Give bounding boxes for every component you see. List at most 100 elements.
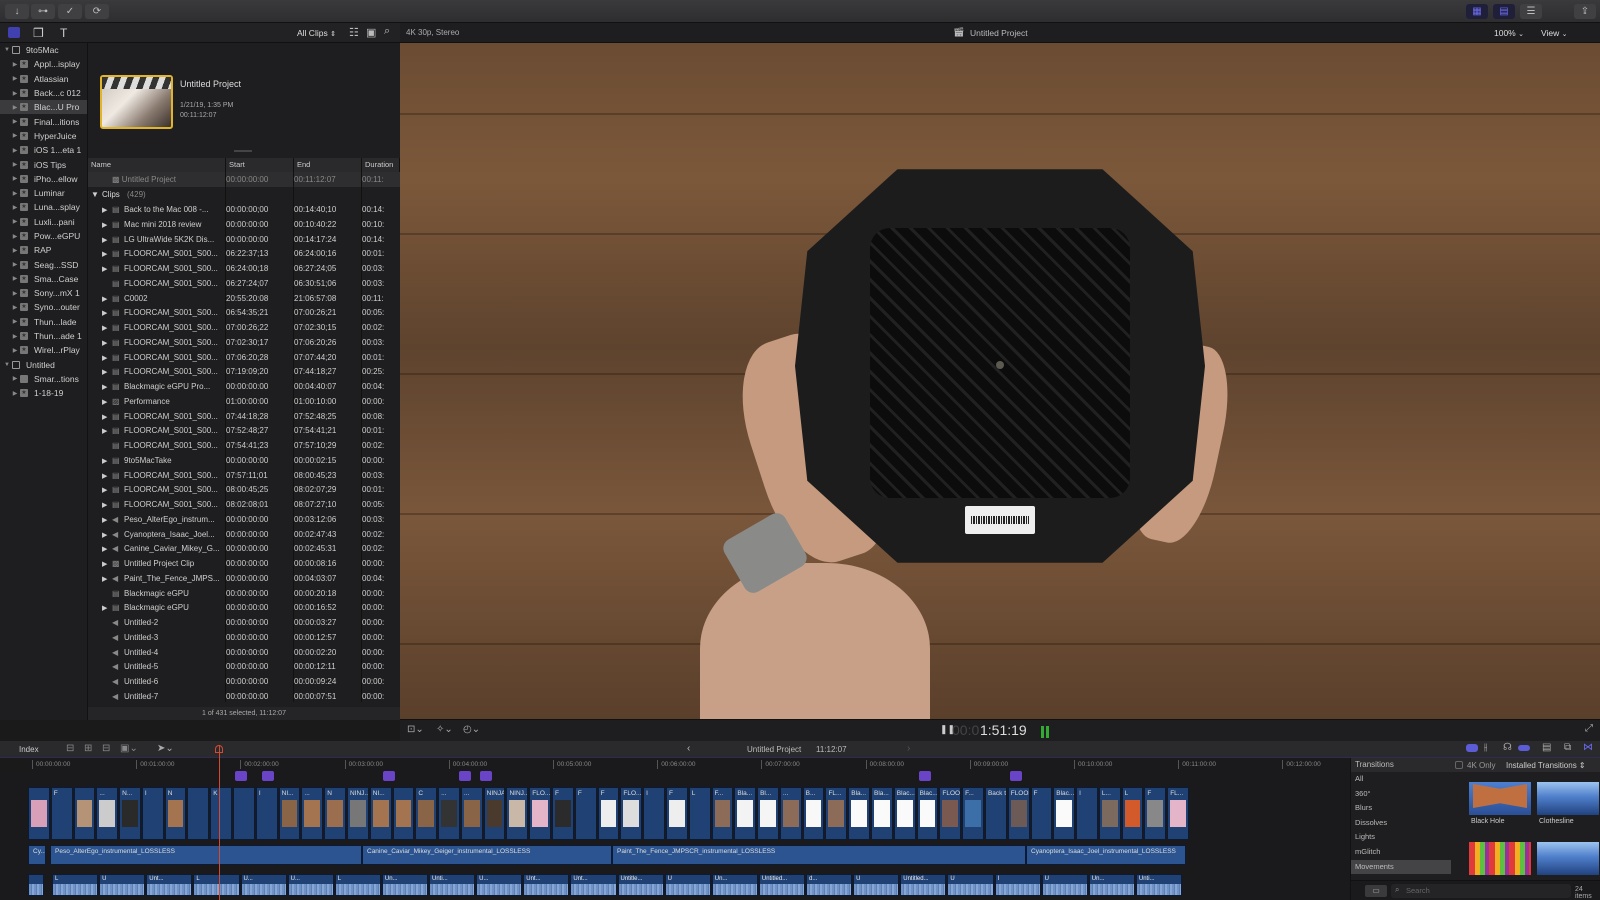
timeline-marker[interactable] (383, 771, 395, 781)
clip-row[interactable]: ◀ Untitled-5 00:00:00:00 00:00:12:11 00:00: (88, 659, 400, 674)
playhead-handle[interactable] (215, 745, 223, 753)
audio-clip[interactable]: U... (287, 874, 334, 896)
video-clip[interactable]: F (665, 787, 688, 840)
resize-handle[interactable] (234, 150, 252, 152)
timeline-marker[interactable] (459, 771, 471, 781)
audio-clip[interactable]: U... (476, 874, 523, 896)
column-header-name[interactable]: Name (88, 158, 226, 172)
disclosure-triangle-icon[interactable]: ▶ (10, 75, 20, 82)
disclosure-triangle-icon[interactable]: ▶ (102, 395, 112, 409)
disclosure-triangle-icon[interactable]: ▶ (102, 336, 112, 350)
transition-category[interactable]: All (1351, 772, 1451, 787)
audio-clip[interactable] (28, 874, 44, 896)
music-clip[interactable]: Paint_The_Fence_JMPSCR_instrumental_LOSS… (612, 845, 1026, 865)
library-item[interactable]: ▶ ★ Back...c 012 (0, 86, 87, 100)
disclosure-triangle-icon[interactable]: ▶ (10, 333, 20, 340)
transition-thumb[interactable] (1469, 842, 1531, 875)
overwrite-clip-icon[interactable]: ▣⌄ (120, 743, 138, 754)
four-k-checkbox[interactable] (1455, 761, 1463, 769)
video-clip[interactable] (187, 787, 210, 840)
sync-button[interactable]: ⟳ (85, 4, 109, 19)
video-clip[interactable]: L (688, 787, 711, 840)
music-clip[interactable]: Cy... (28, 845, 46, 865)
photos-audio-icon[interactable]: ❒ (33, 26, 44, 40)
clip-row[interactable]: ▶ ▩ Untitled Project Clip 00:00:00:00 00:00:… (88, 556, 400, 571)
library-item[interactable]: ▶ ★ Blac...U Pro (0, 100, 87, 115)
video-clip[interactable]: K (210, 787, 233, 840)
video-clip[interactable]: F (552, 787, 574, 840)
audio-clip[interactable]: d... (806, 874, 853, 896)
disclosure-triangle-icon[interactable]: ▶ (10, 132, 20, 139)
insert-clip-icon[interactable]: ⊞ (84, 743, 92, 754)
audio-clip[interactable]: U... (240, 874, 287, 896)
clip-row[interactable]: ◀ Untitled-7 00:00:00:00 00:00:07:51 00:00: (88, 689, 400, 704)
disclosure-triangle-icon[interactable]: ▶ (10, 290, 20, 297)
disclosure-triangle-icon[interactable]: ▶ (10, 90, 20, 97)
disclosure-triangle-icon[interactable]: ▶ (102, 542, 112, 556)
effects-browser-icon[interactable]: ⧉ (1564, 742, 1571, 753)
audio-clip[interactable]: L (193, 874, 240, 896)
video-clip[interactable]: F... (711, 787, 734, 840)
clip-row[interactable]: ▶ ▤ 9to5MacTake 00:00:00:00 00:00:02:15 00:00… (88, 453, 400, 468)
clip-row[interactable]: ▶ ▤ FLOORCAM_S001_S00... 08:00:45;25 08:02:0… (88, 482, 400, 497)
video-clip[interactable]: F (1144, 787, 1167, 840)
video-clip[interactable] (28, 787, 50, 840)
audio-clip[interactable]: U (99, 874, 146, 896)
library-item[interactable]: ▶ ★ Appl...isplay (0, 57, 87, 71)
disclosure-triangle-icon[interactable]: ▶ (10, 275, 20, 282)
clip-row[interactable]: ◀ Untitled-4 00:00:00:00 00:00:02:20 00:00: (88, 645, 400, 660)
audio-clip[interactable]: Un... (1088, 874, 1135, 896)
library-item[interactable]: ▶ ★ Sony...mX 1 (0, 286, 87, 300)
video-clip[interactable]: FLOORC... (939, 787, 962, 840)
video-clip[interactable]: F (1030, 787, 1053, 840)
video-clip[interactable] (392, 787, 415, 840)
video-clip[interactable]: I (141, 787, 164, 840)
disclosure-triangle-icon[interactable]: ▶ (102, 513, 112, 527)
disclosure-triangle-icon[interactable]: ▶ (102, 321, 112, 335)
transition-category[interactable]: Lights (1351, 830, 1451, 845)
timeline-layout-button[interactable]: ▤ (1493, 4, 1515, 19)
audio-clip[interactable]: L (334, 874, 381, 896)
video-clip[interactable]: ... (460, 787, 483, 840)
timeline-marker[interactable] (1010, 771, 1022, 781)
clip-row[interactable]: ◀ Untitled-6 00:00:00:00 00:00:09:24 00:00: (88, 674, 400, 689)
video-clip[interactable]: Back t... (984, 787, 1007, 840)
clip-row[interactable]: ▶ ▤ FLOORCAM_S001_S00... 07:19:09;20 07:44:1… (88, 364, 400, 379)
disclosure-triangle-icon[interactable]: ▶ (10, 261, 20, 268)
video-clip[interactable] (73, 787, 96, 840)
audio-clip[interactable]: Untitled... (900, 874, 947, 896)
column-divider[interactable] (361, 172, 362, 702)
timeline-ruler[interactable]: 00:00:00:00 00:01:00:00 00:02:00:00 00:03:0… (28, 758, 1348, 771)
video-clip[interactable]: NI... (369, 787, 392, 840)
video-clip[interactable]: Bla... (848, 787, 871, 840)
disclosure-triangle-icon[interactable]: ▶ (102, 601, 112, 615)
disclosure-triangle-icon[interactable]: ▶ (10, 161, 20, 168)
clip-row[interactable]: ▶ ▤ FLOORCAM_S001_S00... 06:54:35;21 07:00:2… (88, 305, 400, 320)
video-clip[interactable]: ... (96, 787, 119, 840)
audio-clip[interactable]: I (994, 874, 1041, 896)
keywords-button[interactable]: ⊶ (31, 4, 55, 19)
library-item[interactable]: ▶ ★ RAP (0, 243, 87, 257)
disclosure-triangle-icon[interactable]: ▶ (102, 203, 112, 217)
clip-row[interactable]: ▶ ▤ FLOORCAM_S001_S00... 07:52:48;27 07:54:4… (88, 423, 400, 438)
disclosure-triangle-icon[interactable]: ▼ (91, 187, 99, 202)
disclosure-triangle-icon[interactable]: ▶ (102, 306, 112, 320)
audio-clip[interactable]: U (1041, 874, 1088, 896)
playhead[interactable] (219, 745, 220, 900)
video-clip[interactable]: FLOORCAM... (1007, 787, 1030, 840)
fullscreen-icon[interactable]: ⤢ (1585, 723, 1593, 734)
installed-transitions-dropdown[interactable]: Installed Transitions ⇕ (1506, 761, 1586, 770)
library-item[interactable]: ▼ 9to5Mac (0, 43, 87, 57)
select-tool-icon[interactable]: ➤⌄ (157, 743, 174, 754)
video-clip[interactable]: F (50, 787, 73, 840)
disclosure-triangle-icon[interactable]: ▶ (102, 233, 112, 247)
video-clip[interactable]: Blac... (893, 787, 916, 840)
disclosure-triangle-icon[interactable]: ▶ (102, 365, 112, 379)
libraries-icon[interactable] (8, 27, 20, 38)
disclosure-triangle-icon[interactable]: ▶ (10, 375, 20, 382)
video-clip[interactable]: ... (301, 787, 324, 840)
library-item[interactable]: ▶ ★ HyperJuice (0, 129, 87, 143)
library-item[interactable]: ▶ ★ Thun...lade (0, 315, 87, 329)
enhance-menu[interactable]: ✧⌄ (436, 724, 453, 735)
timeline[interactable]: F... N... I N K I NI...... N NINJ... NI... C......… (0, 771, 1350, 900)
